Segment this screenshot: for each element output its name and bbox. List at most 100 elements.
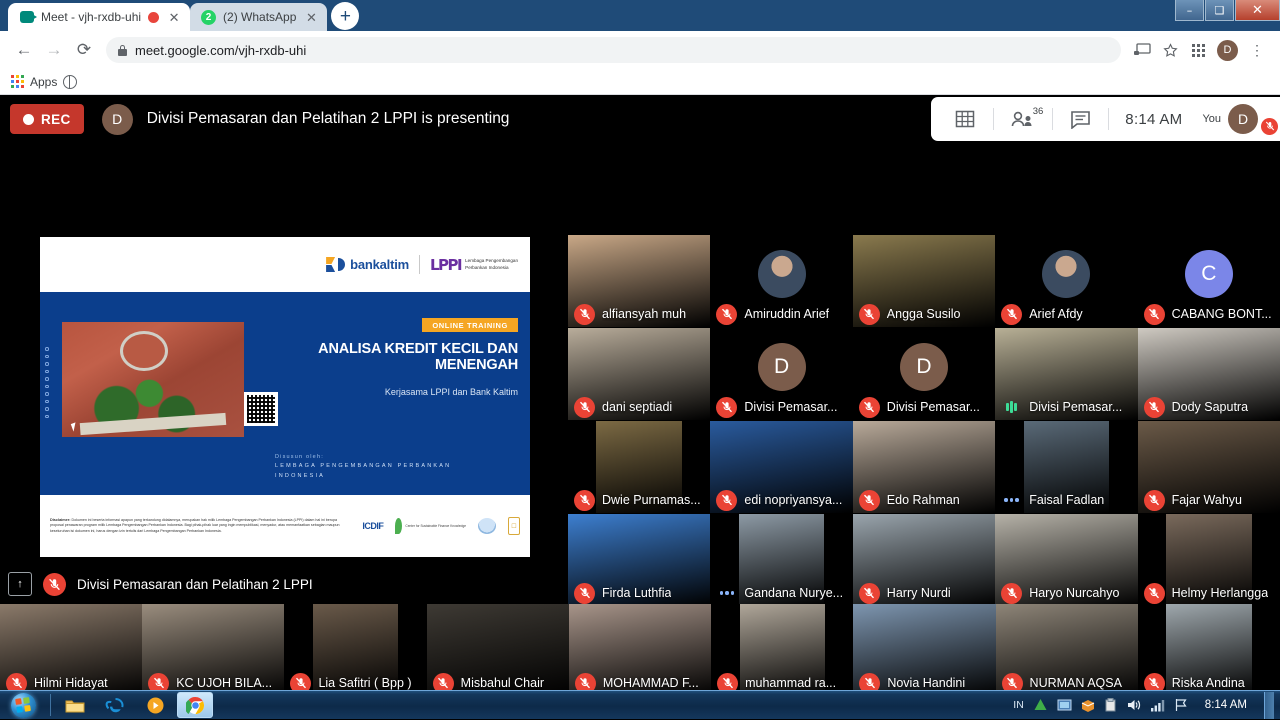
forward-icon[interactable]: → <box>40 36 68 64</box>
bird-logo-icon <box>478 512 496 540</box>
participant-name-row: dani septiadi <box>568 394 710 420</box>
reload-icon[interactable]: ⟳ <box>70 36 98 64</box>
participant-name: Riska Andina <box>1172 676 1245 690</box>
recording-button[interactable]: REC <box>10 104 84 134</box>
start-button[interactable] <box>0 691 46 719</box>
flag-icon[interactable] <box>1174 698 1188 712</box>
participant-name-row: Dody Saputra <box>1138 394 1280 420</box>
participant-tile[interactable]: Arief Afdy <box>995 235 1137 327</box>
layout-grid-button[interactable] <box>937 97 993 141</box>
audio-dots-icon <box>716 583 737 604</box>
triangle-green-icon[interactable] <box>1033 698 1048 712</box>
participant-tile[interactable]: Harry Nurdi <box>853 514 995 606</box>
participants-button[interactable]: 36 <box>994 97 1052 141</box>
globe-icon[interactable] <box>63 75 77 89</box>
chrome-browser-window: Meet - vjh-rxdb-uhi ✕ 2 (2) WhatsApp ✕ +… <box>0 0 1280 690</box>
participant-tile[interactable]: Angga Susilo <box>853 235 995 327</box>
participant-name: Fajar Wahyu <box>1172 493 1242 507</box>
participant-name: Lia Safitri ( Bpp ) <box>318 676 411 690</box>
language-indicator[interactable]: IN <box>1013 699 1024 711</box>
chrome-menu-icon[interactable]: ⋮ <box>1244 37 1270 63</box>
participant-tile[interactable]: MOHAMMAD F... <box>569 604 711 690</box>
file-explorer-icon[interactable] <box>57 692 93 718</box>
tab-whatsapp[interactable]: 2 (2) WhatsApp ✕ <box>190 3 327 31</box>
participant-name-row: MOHAMMAD F... <box>569 670 711 690</box>
orange-package-icon[interactable] <box>1081 698 1095 712</box>
presentation-area[interactable]: bankaltim LPPI Lembaga Pengembangan Perb… <box>0 143 533 603</box>
participant-tile[interactable]: DDivisi Pemasar... <box>710 328 852 420</box>
participant-tile[interactable]: Faisal Fadlan <box>995 421 1137 513</box>
participant-tile[interactable]: DDivisi Pemasar... <box>853 328 995 420</box>
participant-tile[interactable]: NURMAN AQSA <box>996 604 1138 690</box>
volume-icon[interactable] <box>1126 698 1141 712</box>
clipboard-icon[interactable] <box>1104 698 1117 712</box>
participant-tile[interactable]: KC UJOH BILA... <box>142 604 284 690</box>
participant-tile[interactable]: Dody Saputra <box>1138 328 1280 420</box>
participant-tile[interactable]: Dwie Purnamas... <box>568 421 710 513</box>
participant-tile[interactable]: edi nopriyansya... <box>710 421 852 513</box>
participant-tile[interactable]: Riska Andina <box>1138 604 1280 690</box>
participant-tile[interactable]: muhammad ra... <box>711 604 853 690</box>
participant-name-row: Haryo Nurcahyo <box>995 580 1137 606</box>
participant-name: CABANG BONT... <box>1172 307 1272 321</box>
participant-tile[interactable]: alfiansyah muh <box>568 235 710 327</box>
participant-tile[interactable]: Divisi Pemasar... <box>995 328 1137 420</box>
participant-tile[interactable]: Misbahul Chair <box>427 604 569 690</box>
pop-out-icon[interactable]: ↑ <box>8 572 32 596</box>
participant-tile[interactable]: Novia Handini <box>853 604 995 690</box>
chat-button[interactable] <box>1053 97 1108 141</box>
new-tab-button[interactable]: + <box>331 2 359 30</box>
participant-tile[interactable]: Helmy Herlangga <box>1138 514 1280 606</box>
present-status-bar: ↑ Divisi Pemasaran dan Pelatihan 2 LPPI <box>0 565 533 603</box>
network-screen-icon[interactable] <box>1057 698 1072 712</box>
self-mic-off-icon <box>1261 118 1278 135</box>
mic-off-icon <box>716 304 737 325</box>
divider <box>50 694 51 716</box>
cast-icon[interactable] <box>1129 37 1155 63</box>
tab-close-icon[interactable]: ✕ <box>303 9 319 25</box>
show-desktop-button[interactable] <box>1264 692 1274 719</box>
participant-tile[interactable]: Edo Rahman <box>853 421 995 513</box>
participant-tile[interactable]: CCABANG BONT... <box>1138 235 1280 327</box>
star-icon[interactable] <box>1157 37 1183 63</box>
sustainable-finance-logo: Center for Sustainable Finance Knowledge <box>395 512 466 540</box>
close-button[interactable]: ✕ <box>1235 0 1280 21</box>
bookmark-apps-label[interactable]: Apps <box>30 75 57 89</box>
back-icon[interactable]: ← <box>10 36 38 64</box>
participant-name: Dody Saputra <box>1172 400 1248 414</box>
participant-name: Hilmi Hidayat <box>34 676 108 690</box>
participant-tile[interactable]: Haryo Nurcahyo <box>995 514 1137 606</box>
media-player-icon[interactable] <box>137 692 173 718</box>
minimize-button[interactable]: – <box>1175 0 1204 21</box>
maximize-button[interactable]: ❑ <box>1205 0 1234 21</box>
participant-tile[interactable]: Firda Luthfia <box>568 514 710 606</box>
mic-off-icon <box>574 583 595 604</box>
participant-name: NURMAN AQSA <box>1030 676 1122 690</box>
clock[interactable]: 8:14 AM <box>1197 699 1255 711</box>
signal-icon[interactable] <box>1150 699 1165 712</box>
qr-code <box>244 392 278 426</box>
tab-close-icon[interactable]: ✕ <box>166 9 182 25</box>
icdif-label: ICDIF <box>362 521 383 531</box>
chrome-icon[interactable] <box>177 692 213 718</box>
apps-grid-icon[interactable] <box>1185 37 1211 63</box>
participant-tile[interactable]: dani septiadi <box>568 328 710 420</box>
participant-tile[interactable]: Lia Safitri ( Bpp ) <box>284 604 426 690</box>
windows-taskbar: IN 8:14 AM <box>0 690 1280 719</box>
participant-tile[interactable]: Hilmi Hidayat <box>0 604 142 690</box>
participant-name-row: Novia Handini <box>853 670 995 690</box>
participant-tile[interactable]: Amiruddin Arief <box>710 235 852 327</box>
tab-meet[interactable]: Meet - vjh-rxdb-uhi ✕ <box>8 3 190 31</box>
participant-tile[interactable]: Gandana Nurye... <box>710 514 852 606</box>
mic-off-icon <box>1001 583 1022 604</box>
lppi-mark-label: LPPI <box>430 256 461 274</box>
participant-name-row: Riska Andina <box>1138 670 1280 690</box>
internet-explorer-icon[interactable] <box>97 692 133 718</box>
participant-tile[interactable]: Fajar Wahyu <box>1138 421 1280 513</box>
meet-icon <box>19 10 34 25</box>
logo-divider <box>419 255 420 274</box>
profile-avatar[interactable]: D <box>1217 40 1238 61</box>
participant-name: Firda Luthfia <box>602 586 671 600</box>
mic-off-icon <box>1144 397 1165 418</box>
address-bar[interactable]: meet.google.com/vjh-rxdb-uhi <box>106 37 1121 63</box>
